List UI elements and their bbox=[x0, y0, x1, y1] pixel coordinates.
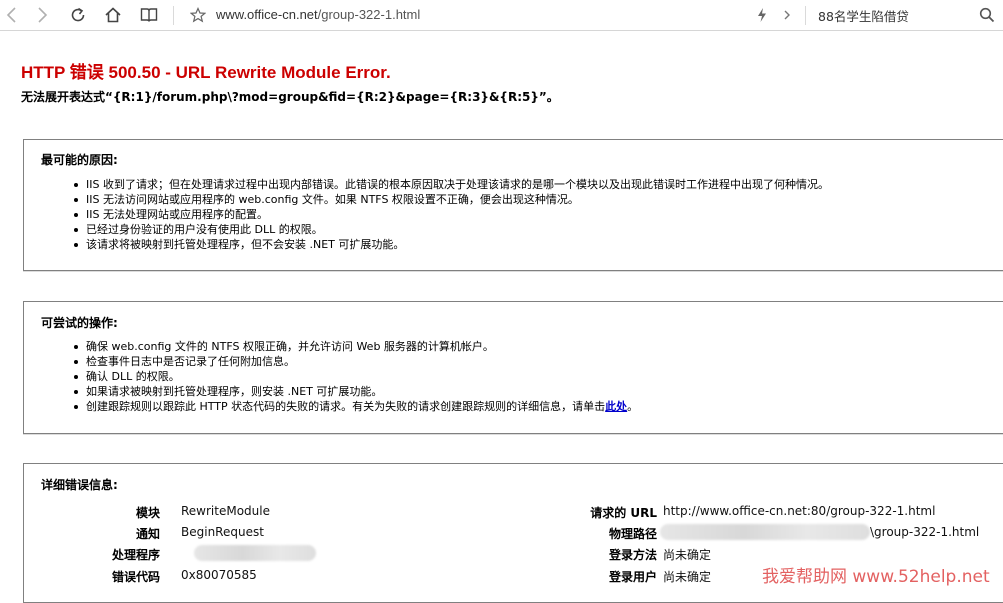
list-item: 确保 web.config 文件的 NTFS 权限正确，并允许访问 Web 服务… bbox=[73, 339, 638, 354]
redacted-physical-path bbox=[660, 524, 870, 540]
back-icon[interactable] bbox=[0, 3, 24, 27]
detail-value-logon-user: 尚未确定 bbox=[663, 570, 712, 584]
detail-label-module: 模块 bbox=[135, 506, 160, 520]
chevron-right-icon[interactable] bbox=[775, 3, 799, 27]
list-item: IIS 收到了请求；但在处理请求过程中出现内部错误。此错误的根本原因取决于处理该… bbox=[74, 178, 829, 191]
list-item: 检查事件日志中是否记录了任何附加信息。 bbox=[73, 354, 638, 369]
list-item: 确认 DLL 的权限。 bbox=[73, 369, 638, 384]
redacted-handler-value bbox=[194, 545, 316, 561]
list-item: 已经过身份验证的用户没有使用此 DLL 的权限。 bbox=[74, 222, 829, 237]
causes-list: IIS 收到了请求；但在处理请求过程中出现内部错误。此错误的根本原因取决于处理该… bbox=[74, 177, 829, 252]
detail-label-notification: 通知 bbox=[135, 527, 160, 541]
detail-value-requested-url: http://www.office-cn.net:80/group-322-1.… bbox=[663, 504, 936, 518]
causes-panel: 最可能的原因: IIS 收到了请求；但在处理请求过程中出现内部错误。此错误的根本… bbox=[23, 139, 1003, 271]
url-path: /group-322-1.html bbox=[317, 7, 421, 22]
detail-label-handler: 处理程序 bbox=[111, 548, 160, 562]
bookmark-star-icon[interactable] bbox=[186, 3, 210, 27]
browser-toolbar: www.office-cn.net/group-322-1.html 88名学生… bbox=[0, 0, 1003, 31]
trace-rule-text: 创建跟踪规则以跟踪此 HTTP 状态代码的失败的请求。有关为失败的请求创建跟踪规… bbox=[86, 400, 606, 413]
list-item: 创建跟踪规则以跟踪此 HTTP 状态代码的失败的请求。有关为失败的请求创建跟踪规… bbox=[73, 399, 639, 414]
actions-list: 确保 web.config 文件的 NTFS 权限正确，并允许访问 Web 服务… bbox=[73, 339, 639, 414]
toolbar-divider bbox=[173, 6, 174, 25]
list-item: 该请求将被映射到托管处理程序，但不会安装 .NET 可扩展功能。 bbox=[74, 237, 829, 252]
here-link[interactable]: 此处 bbox=[605, 400, 627, 413]
home-icon[interactable] bbox=[101, 3, 125, 27]
actions-heading: 可尝试的操作: bbox=[41, 316, 118, 330]
reload-icon[interactable] bbox=[66, 3, 90, 27]
detail-label-logon-user: 登录用户 bbox=[608, 570, 657, 584]
details-heading: 详细错误信息: bbox=[41, 478, 118, 492]
list-item: IIS 无法访问网站或应用程序的 web.config 文件。如果 NTFS 权… bbox=[74, 192, 829, 207]
causes-heading: 最可能的原因: bbox=[41, 153, 118, 167]
site-watermark: 我爱帮助网 www.52help.net bbox=[762, 567, 990, 587]
search-icon[interactable] bbox=[975, 3, 999, 27]
error-subtitle: 无法展开表达式“{R:1}/forum.php\?mod=group&fid={… bbox=[21, 90, 559, 104]
detail-value-notification: BeginRequest bbox=[181, 525, 264, 539]
trace-rule-end: 。 bbox=[627, 400, 639, 413]
detail-label-error-code: 错误代码 bbox=[111, 570, 160, 584]
list-item: 如果请求被映射到托管处理程序，则安装 .NET 可扩展功能。 bbox=[73, 384, 638, 399]
detail-value-logon-method: 尚未确定 bbox=[663, 548, 712, 562]
detail-value-physical-path: \group-322-1.html bbox=[870, 525, 980, 539]
detail-label-logon-method: 登录方法 bbox=[608, 548, 657, 562]
detail-value-error-code: 0x80070585 bbox=[181, 568, 257, 582]
reader-book-icon[interactable] bbox=[137, 3, 161, 27]
actions-panel: 可尝试的操作: 确保 web.config 文件的 NTFS 权限正确，并允许访… bbox=[23, 301, 1003, 434]
search-suggestion-text[interactable]: 88名学生陷借贷 bbox=[818, 6, 909, 25]
toolbar-divider bbox=[805, 6, 806, 25]
detail-label-physical-path: 物理路径 bbox=[608, 527, 657, 541]
detail-label-requested-url: 请求的 URL bbox=[590, 506, 657, 520]
forward-icon[interactable] bbox=[30, 3, 54, 27]
error-title: HTTP 错误 500.50 - URL Rewrite Module Erro… bbox=[21, 63, 391, 82]
list-item: IIS 无法处理网站或应用程序的配置。 bbox=[74, 207, 829, 222]
lightning-icon[interactable] bbox=[750, 3, 774, 27]
address-bar[interactable]: www.office-cn.net/group-322-1.html bbox=[216, 7, 420, 22]
detail-value-module: RewriteModule bbox=[181, 504, 270, 518]
url-host: www.office-cn.net bbox=[216, 7, 318, 22]
